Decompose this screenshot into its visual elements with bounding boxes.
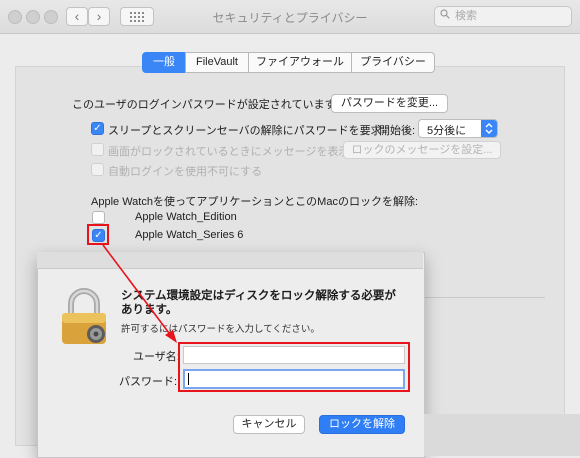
annotation-arrow [102,244,177,343]
